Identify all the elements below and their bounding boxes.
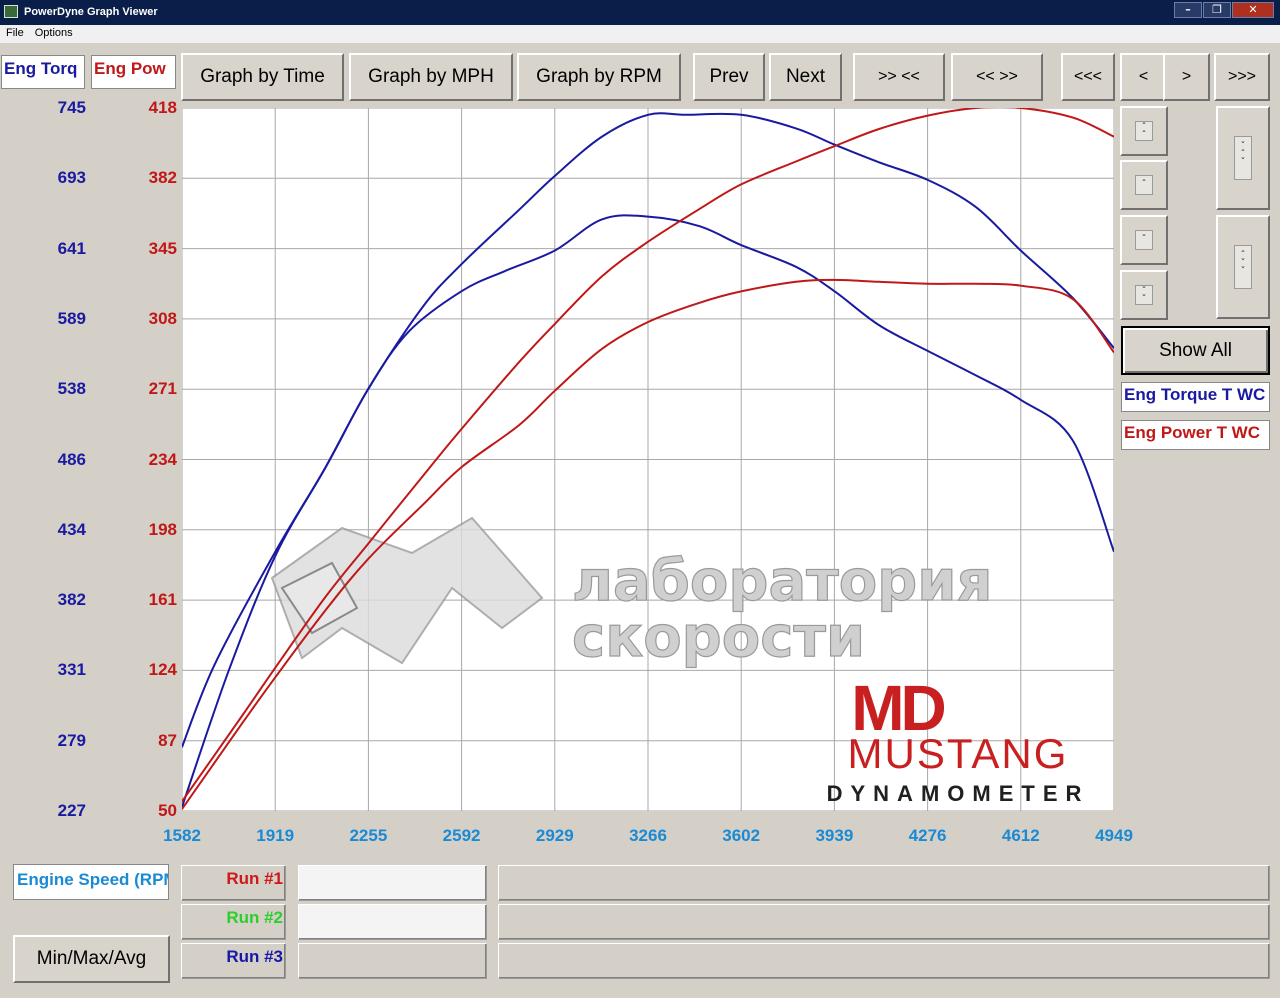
y-left-tick-label: 227 — [57, 801, 86, 820]
scroll-down-button[interactable]: ˇ — [1120, 215, 1168, 265]
menu-bar: File Options — [0, 25, 1280, 43]
y-left-tick-label: 331 — [57, 660, 86, 680]
y-left-tick-label: 589 — [57, 308, 86, 328]
graph-by-mph-button[interactable]: Graph by MPH — [349, 53, 513, 101]
dyno-chart: лаборатория скорости MD MUSTANG DYNAMOME… — [182, 108, 1114, 811]
x-tick-label: 3266 — [629, 826, 667, 845]
y-right-tick-label: 418 — [148, 98, 177, 117]
y-right-tick-label: 50 — [158, 801, 177, 820]
close-button[interactable]: ✕ — [1232, 2, 1274, 18]
chevron-down-icon: ˇ — [1135, 230, 1153, 250]
x-tick-label: 2592 — [442, 826, 481, 845]
y-left-tick-label: 279 — [57, 730, 86, 750]
scroll-up-button[interactable]: ˆ — [1120, 160, 1168, 210]
compress-chevrons-icon: ˇˆˇ — [1234, 136, 1252, 180]
run1-label[interactable]: Run #1 — [186, 869, 283, 889]
graph-by-rpm-button[interactable]: Graph by RPM — [517, 53, 681, 101]
window-title: PowerDyne Graph Viewer — [24, 6, 158, 18]
x-tick-label: 1919 — [256, 826, 295, 845]
y-right-tick-label: 161 — [148, 590, 177, 610]
mustang-brand-text: MUSTANG — [848, 730, 1069, 777]
scale-compress-button[interactable]: ˇˆˇ — [1216, 106, 1270, 210]
y-right-tick-label: 87 — [158, 730, 177, 750]
show-all-button[interactable]: Show All — [1121, 326, 1270, 375]
legend-power[interactable]: Eng Power T WC — [1121, 420, 1270, 450]
last-button[interactable]: >>> — [1214, 53, 1270, 101]
double-chevron-up-icon: ˆˆ — [1135, 121, 1153, 141]
x-tick-label: 4276 — [908, 826, 947, 845]
run2-label[interactable]: Run #2 — [186, 908, 283, 928]
x-tick-label: 2929 — [535, 826, 574, 845]
x-tick-label: 4949 — [1095, 826, 1133, 845]
menu-file[interactable]: File — [0, 25, 29, 39]
chevron-up-icon: ˆ — [1135, 175, 1153, 195]
menu-options[interactable]: Options — [29, 25, 78, 39]
tab-eng-torque[interactable]: Eng Torq — [1, 55, 85, 89]
min-max-avg-button[interactable]: Min/Max/Avg — [13, 935, 170, 983]
y-right-tick-label: 308 — [148, 308, 177, 328]
first-button[interactable]: <<< — [1061, 53, 1115, 101]
y-right-tick-label: 382 — [148, 168, 177, 188]
scale-expand-button[interactable]: ˆˇˇ — [1216, 215, 1270, 319]
y-left-tick-label: 641 — [57, 238, 86, 258]
x-tick-label: 3939 — [815, 826, 854, 845]
scroll-down-fast-button[interactable]: ˇˇ — [1120, 270, 1168, 320]
run1-values-field — [498, 865, 1270, 901]
y-left-tick-label: 434 — [57, 519, 86, 539]
tab-eng-power[interactable]: Eng Pow — [91, 55, 176, 89]
y-right-tick-label: 124 — [148, 660, 177, 680]
y-left-tick-label: 745 — [57, 98, 86, 117]
title-bar: PowerDyne Graph Viewer – ❐ ✕ — [0, 0, 1280, 25]
run2-values-field — [498, 904, 1270, 940]
x-tick-label: 4612 — [1001, 826, 1040, 845]
x-tick-label: 1582 — [163, 826, 201, 845]
app-icon — [4, 5, 18, 18]
legend-torque[interactable]: Eng Torque T WC — [1121, 382, 1270, 412]
watermark-line2: скорости — [572, 605, 865, 670]
zoom-in-button[interactable]: >> << — [853, 53, 945, 101]
y-left-tick-label: 693 — [57, 168, 86, 188]
x-channel-field[interactable]: Engine Speed (RPM) — [13, 864, 169, 900]
y-right-tick-label: 345 — [148, 238, 177, 258]
graph-by-time-button[interactable]: Graph by Time — [181, 53, 344, 101]
prev-button[interactable]: Prev — [693, 53, 765, 101]
minimize-button[interactable]: – — [1174, 2, 1202, 18]
dynamometer-text: DYNAMOMETER — [827, 781, 1090, 806]
forward-button[interactable]: > — [1163, 53, 1210, 101]
zoom-out-button[interactable]: << >> — [951, 53, 1043, 101]
y-left-tick-label: 486 — [57, 449, 86, 469]
next-button[interactable]: Next — [769, 53, 842, 101]
maximize-button[interactable]: ❐ — [1203, 2, 1231, 18]
run1-name-field — [298, 865, 487, 901]
x-tick-label: 3602 — [722, 826, 761, 845]
y-left-tick-label: 538 — [57, 379, 86, 399]
run3-values-field — [498, 943, 1270, 979]
run3-label[interactable]: Run #3 — [186, 947, 283, 967]
x-tick-label: 2255 — [349, 826, 388, 845]
y-right-tick-label: 198 — [148, 519, 177, 539]
y-right-tick-label: 271 — [148, 379, 177, 399]
expand-chevrons-icon: ˆˇˇ — [1234, 245, 1252, 289]
scroll-up-fast-button[interactable]: ˆˆ — [1120, 106, 1168, 156]
y-left-tick-label: 382 — [57, 590, 86, 610]
run3-name-field — [298, 943, 487, 979]
run2-name-field — [298, 904, 487, 940]
y-right-tick-label: 234 — [148, 449, 177, 469]
back-button[interactable]: < — [1120, 53, 1167, 101]
double-chevron-down-icon: ˇˇ — [1135, 285, 1153, 305]
